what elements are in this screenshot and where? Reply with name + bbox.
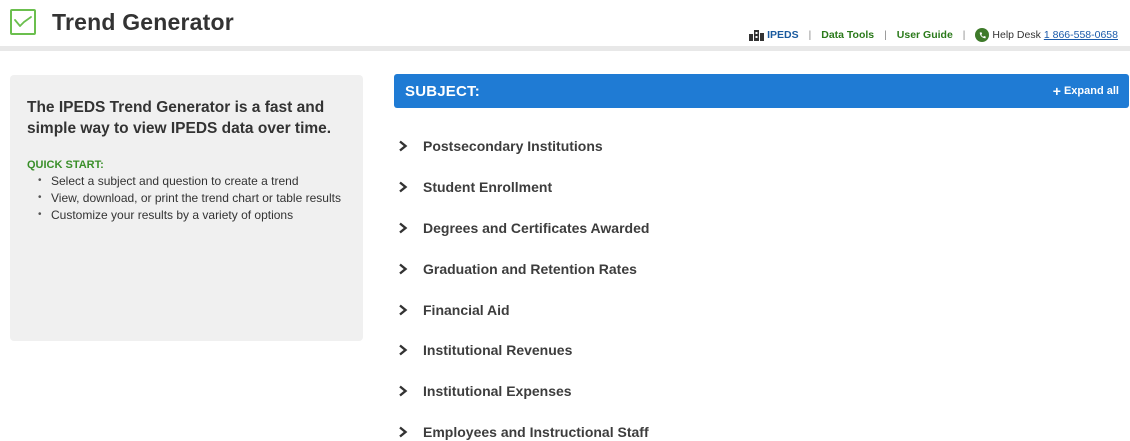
ipeds-link-label: IPEDS (767, 29, 799, 41)
subject-item-label: Financial Aid (423, 301, 510, 318)
intro-panel: The IPEDS Trend Generator is a fast and … (10, 75, 363, 341)
chevron-right-icon (399, 181, 408, 193)
subject-item-label: Institutional Expenses (423, 383, 572, 400)
user-guide-link[interactable]: User Guide (897, 29, 953, 41)
separator: | (808, 29, 812, 41)
help-desk-label: Help Desk (992, 29, 1041, 41)
trend-line-icon (10, 9, 36, 35)
expand-all-button[interactable]: + Expand all (1052, 82, 1119, 99)
expand-all-label: Expand all (1063, 85, 1119, 97)
intro-text: The IPEDS Trend Generator is a fast and … (27, 99, 332, 137)
quick-start-title: QUICK START: (27, 159, 104, 171)
subject-item-label: Graduation and Retention Rates (423, 260, 637, 277)
list-item: View, download, or print the trend chart… (38, 190, 345, 206)
list-item: Customize your results by a variety of o… (38, 207, 345, 223)
app-title: Trend Generator (52, 9, 234, 35)
separator: | (884, 29, 887, 41)
subject-item-postsecondary-institutions[interactable]: Postsecondary Institutions (397, 126, 649, 167)
chevron-right-icon (399, 426, 408, 438)
subject-item-student-enrollment[interactable]: Student Enrollment (397, 167, 649, 208)
subject-item-degrees-certificates[interactable]: Degrees and Certificates Awarded (397, 208, 649, 249)
subject-item-label: Degrees and Certificates Awarded (423, 219, 650, 236)
subject-title: SUBJECT: (405, 82, 480, 100)
subject-item-financial-aid[interactable]: Financial Aid (397, 289, 649, 330)
subject-item-institutional-revenues[interactable]: Institutional Revenues (397, 330, 649, 371)
subject-item-institutional-expenses[interactable]: Institutional Expenses (397, 371, 649, 412)
plus-icon: + (1052, 82, 1061, 99)
subject-item-label: Postsecondary Institutions (423, 138, 603, 155)
ipeds-link[interactable]: IPEDS (749, 29, 799, 41)
header: Trend Generator IPEDS | Data Tools | Use… (0, 0, 1130, 51)
chevron-right-icon (399, 222, 408, 234)
chevron-right-icon (399, 385, 408, 397)
subject-item-employees-staff[interactable]: Employees and Instructional Staff (397, 412, 649, 441)
phone-icon (975, 28, 990, 42)
building-icon (749, 29, 765, 41)
chevron-right-icon (399, 344, 408, 356)
subject-item-graduation-retention[interactable]: Graduation and Retention Rates (397, 248, 649, 289)
help-desk-phone-link[interactable]: 1 866-558-0658 (1044, 29, 1118, 41)
quick-start-list: Select a subject and question to create … (27, 173, 345, 223)
list-item: Select a subject and question to create … (38, 173, 345, 189)
subject-header: SUBJECT: + Expand all (394, 74, 1129, 108)
separator: | (962, 29, 966, 41)
top-links: IPEDS | Data Tools | User Guide | Help D… (749, 28, 1118, 42)
header-divider (0, 46, 1130, 51)
chevron-right-icon (399, 263, 408, 275)
subject-item-label: Student Enrollment (423, 179, 553, 196)
chevron-right-icon (399, 304, 408, 316)
subject-list: Postsecondary Institutions Student Enrol… (397, 126, 649, 441)
data-tools-link[interactable]: Data Tools (821, 29, 874, 41)
help-desk: Help Desk 1 866-558-0658 (975, 28, 1118, 42)
subject-item-label: Employees and Instructional Staff (423, 423, 649, 440)
chevron-right-icon (399, 140, 408, 152)
subject-item-label: Institutional Revenues (423, 342, 573, 359)
